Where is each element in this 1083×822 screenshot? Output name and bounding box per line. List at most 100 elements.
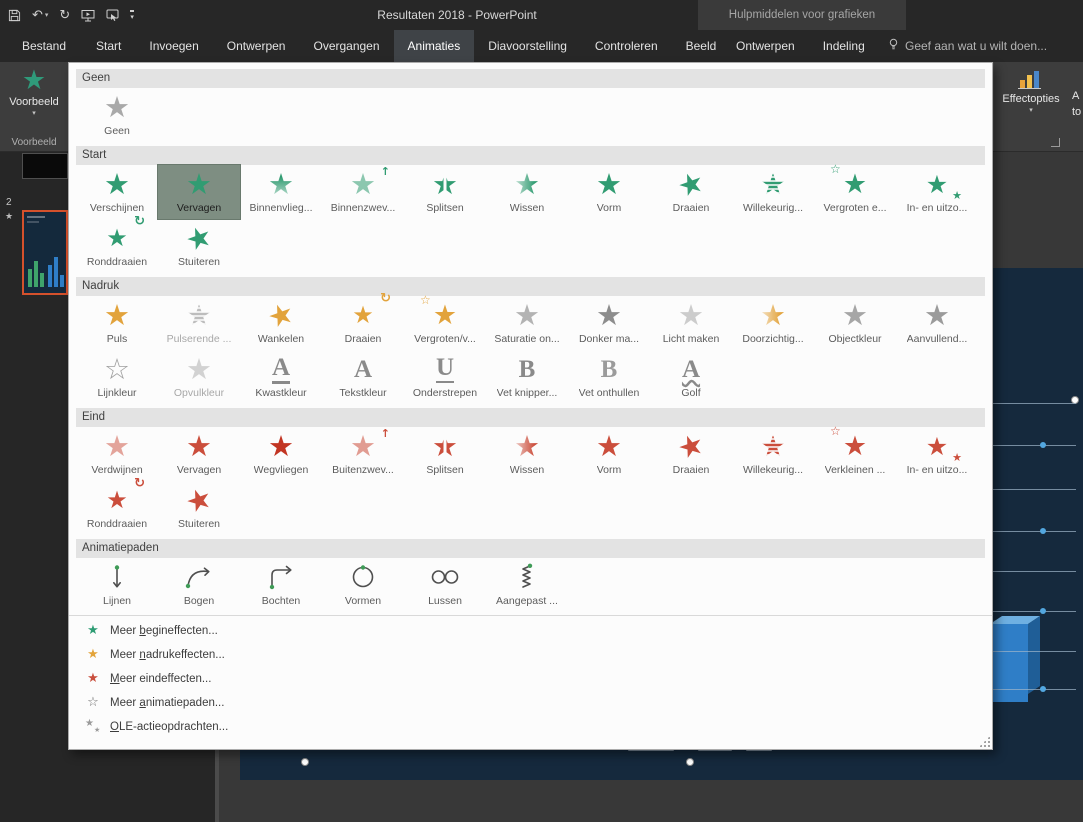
redo-icon[interactable]: ↻ (59, 9, 70, 22)
animation-effect[interactable]: ★ Geen (76, 88, 158, 142)
animation-effect[interactable]: ★ Willekeurig... (732, 427, 814, 481)
gallery-menu-item[interactable]: ★ Meer begineffecten... (69, 619, 992, 643)
animation-effect[interactable]: ★ Stuiteren (158, 217, 240, 273)
tab-controleren[interactable]: Controleren (581, 30, 672, 62)
tab-animaties[interactable]: Animaties (393, 30, 475, 62)
path-line-icon (95, 560, 139, 594)
animation-effect[interactable]: Bogen (158, 558, 240, 612)
preview-button-label: Voorbeeld (9, 96, 59, 108)
animation-effect[interactable]: U Onderstrepen (404, 350, 486, 404)
animation-effect[interactable]: ★ Wissen (486, 165, 568, 219)
gallery-menu-item[interactable]: ★ ★ OLE-actieopdrachten... (69, 715, 992, 739)
animation-effect[interactable]: Lijnen (76, 558, 158, 612)
touch-mouse-mode-icon[interactable] (106, 9, 119, 22)
start-slideshow-icon[interactable] (81, 9, 95, 22)
contextual-tab-indeling[interactable]: Indeling (809, 30, 879, 62)
animation-effect-label: Wissen (509, 202, 545, 214)
animation-effect[interactable]: Bochten (240, 558, 322, 612)
effect-options-button[interactable]: Effectopties ▾ (1000, 66, 1062, 114)
tellme-box[interactable]: Geef aan wat u wilt doen... (888, 30, 1047, 62)
slide-2-thumbnail[interactable] (22, 210, 68, 295)
tab-ontwerpen[interactable]: Ontwerpen (213, 30, 300, 62)
undo-icon[interactable]: ↶ ▾ (32, 9, 48, 22)
animation-effect[interactable]: ★ Binnenvlieg... (240, 165, 322, 219)
animation-effect[interactable]: A Kwastkleur (240, 350, 322, 404)
animation-effect[interactable]: ★ ☆ Verkleinen ... (814, 425, 896, 481)
animation-effect-label: Vervagen (176, 464, 222, 476)
preview-button[interactable]: ★ Voorbeeld ▾ (0, 62, 68, 118)
animation-effect[interactable]: ★ Willekeurig... (732, 165, 814, 219)
animation-effect[interactable]: ★ ↻ Ronddraaien (76, 477, 158, 535)
letter-A-bar-icon: A (259, 352, 303, 386)
animation-effect[interactable]: ★ Objectkleur (814, 296, 896, 350)
animation-effect[interactable]: ★ Draaien (650, 425, 732, 481)
star-stripes-icon: ★ (760, 166, 786, 201)
animation-effect[interactable]: ★ Stuiteren (158, 479, 240, 535)
tab-overgangen[interactable]: Overgangen (299, 30, 393, 62)
selection-handle[interactable] (301, 758, 309, 766)
dialog-launcher-icon[interactable] (1051, 138, 1060, 147)
star-grow-icon: ★ ☆ (420, 293, 458, 331)
tab-invoegen[interactable]: Invoegen (135, 30, 212, 62)
animation-effect-label: Vormen (344, 595, 382, 607)
animation-effect[interactable]: ★ ↑ Buitenzwev... (322, 427, 404, 481)
gallery-menu-item[interactable]: ☆ Meer animatiepaden... (69, 691, 992, 715)
animation-indicator-star-icon[interactable]: ★ (5, 212, 13, 222)
animation-effect[interactable]: ★ Donker ma... (568, 296, 650, 350)
animation-effect[interactable]: Lussen (404, 558, 486, 612)
animation-effect[interactable]: ☆ Lijnkleur (76, 350, 158, 404)
tab-diavoorstelling[interactable]: Diavoorstelling (474, 30, 581, 62)
animation-effect[interactable]: ★ Saturatie on... (486, 296, 568, 350)
animation-effect[interactable]: ★ Wissen (486, 427, 568, 481)
animation-effect[interactable]: ★ Vorm (568, 165, 650, 219)
animation-effect[interactable]: ★ Vervagen (158, 427, 240, 481)
animation-effect[interactable]: ★ Licht maken (650, 296, 732, 350)
animation-effect[interactable]: ★ ↻ Draaien (322, 292, 404, 350)
contextual-tab-ontwerpen[interactable]: Ontwerpen (722, 30, 809, 62)
customize-quick-access-icon[interactable]: ▾ (130, 9, 134, 21)
slide-1-thumbnail[interactable] (22, 153, 68, 179)
animation-effect[interactable]: ★ Puls (76, 296, 158, 350)
selection-handle[interactable] (686, 758, 694, 766)
animation-effect[interactable]: ★ ↑ Binnenzwev... (322, 165, 404, 219)
animation-effect[interactable]: ★ Wankelen (240, 294, 322, 350)
add-animation-button-partial[interactable]: A to (1072, 88, 1081, 120)
animation-effect[interactable]: ★ Vorm (568, 427, 650, 481)
gallery-menu-item[interactable]: ★ Meer nadrukeffecten... (69, 643, 992, 667)
animation-effect-label: Onderstrepen (412, 387, 478, 399)
animation-effect[interactable]: ★ Wegvliegen (240, 427, 322, 481)
animation-effect[interactable]: B Vet onthullen (568, 350, 650, 404)
animation-effect[interactable]: ★ Aanvullend... (896, 296, 978, 350)
animation-effect[interactable]: ★ ↻ Ronddraaien (76, 215, 158, 273)
effect-options-caret-icon[interactable]: ▾ (1029, 106, 1033, 114)
animation-effect[interactable]: ★ ☆ Vergroten e... (814, 163, 896, 219)
gallery-menu-item[interactable]: ★ Meer eindeffecten... (69, 667, 992, 691)
tab-start[interactable]: Start (82, 30, 135, 62)
tab-bestand[interactable]: Bestand (6, 30, 82, 62)
contextual-tabs: Ontwerpen Indeling (722, 30, 879, 62)
undo-caret-icon[interactable]: ▾ (45, 11, 49, 19)
animation-effect[interactable]: ★ Pulserende ... (158, 296, 240, 350)
animation-effect[interactable]: ★Splitsen (404, 165, 486, 219)
animation-effect[interactable]: ★ Verschijnen (76, 165, 158, 219)
animation-effect[interactable]: A Tekstkleur (322, 350, 404, 404)
animation-effect[interactable]: ★ ☆ Vergroten/v... (404, 293, 486, 350)
animation-effect[interactable]: ★ Verdwijnen (76, 427, 158, 481)
animation-effect[interactable]: ★ Draaien (650, 163, 732, 219)
animation-effect[interactable]: ★ Opvulkleur (158, 350, 240, 404)
animation-effect[interactable]: Aangepast ... (486, 558, 568, 612)
animation-effect[interactable]: Vormen (322, 558, 404, 612)
star-solid-icon: ★ (87, 647, 99, 662)
animation-effect[interactable]: A Golf (650, 350, 732, 404)
animation-effect[interactable]: ★ ★ In- en uitzo... (896, 427, 978, 481)
save-icon[interactable] (8, 9, 21, 22)
chart-leader-line (988, 403, 1076, 404)
animation-effect[interactable]: ★ ★ In- en uitzo... (896, 165, 978, 219)
animation-effect[interactable]: ★ Vervagen (157, 164, 241, 220)
star-tilt-icon: ★ (262, 294, 299, 335)
animation-effect[interactable]: ★ Doorzichtig... (732, 296, 814, 350)
animation-effect-label: Doorzichtig... (742, 333, 804, 345)
preview-dropdown-caret-icon[interactable]: ▾ (32, 109, 36, 117)
animation-effect[interactable]: ★Splitsen (404, 427, 486, 481)
animation-effect[interactable]: B Vet knipper... (486, 350, 568, 404)
